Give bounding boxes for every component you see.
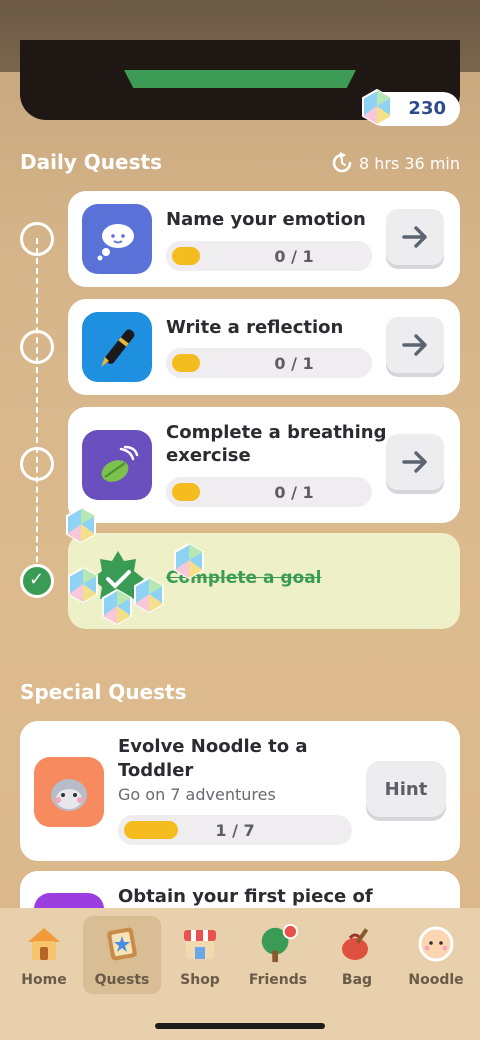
gem-particle-icon xyxy=(174,542,204,580)
arrow-right-icon xyxy=(402,226,427,248)
progress-text: 0 / 1 xyxy=(274,247,314,266)
special-quest-title: Obtain your first piece of xyxy=(118,886,373,907)
progress-text: 1 / 7 xyxy=(215,821,255,840)
nav-item-quests[interactable]: Quests xyxy=(83,916,161,994)
quest-progress-bar: 0 / 1 xyxy=(166,241,372,271)
special-quest-progress-bar: 1 / 7 xyxy=(118,815,352,845)
quest-card-name-emotion[interactable]: Name your emotion 0 / 1 xyxy=(68,191,460,287)
special-quests-title: Special Quests xyxy=(20,680,187,704)
quest-title: Write a reflection xyxy=(166,317,344,338)
noodle-avatar-icon xyxy=(34,757,104,827)
arrow-right-icon xyxy=(402,334,427,356)
gem-icon xyxy=(362,88,392,126)
nav-item-home[interactable]: Home xyxy=(5,916,83,994)
nav-label: Friends xyxy=(248,972,308,988)
go-arrow-button[interactable] xyxy=(386,209,444,265)
nav-label: Home xyxy=(21,972,67,988)
quest-title: Name your emotion xyxy=(166,209,366,230)
banner-button[interactable] xyxy=(124,70,356,88)
daily-quests-title: Daily Quests xyxy=(20,150,162,174)
quest-card-breathing-exercise[interactable]: Complete a breathing exercise 0 / 1 xyxy=(68,407,460,523)
progress-text: 0 / 1 xyxy=(274,483,314,502)
quest-progress-bar: 0 / 1 xyxy=(166,477,372,507)
quest-node xyxy=(20,222,54,256)
nav-item-bag[interactable]: Bag xyxy=(318,916,396,994)
nav-item-friends[interactable]: Friends xyxy=(239,916,317,994)
noodle-face-icon xyxy=(416,924,456,964)
quest-book-icon xyxy=(102,924,142,964)
special-quest-title: Evolve Noodle to a Toddler xyxy=(118,735,307,783)
quest-card-write-reflection[interactable]: Write a reflection 0 / 1 xyxy=(68,299,460,395)
quest-title: Complete a breathing exercise xyxy=(166,421,387,467)
quest-node xyxy=(20,447,54,481)
quest-progress-bar: 0 / 1 xyxy=(166,348,372,378)
gem-particle-icon xyxy=(134,576,164,614)
nav-label: Quests xyxy=(94,972,150,988)
special-quest-title-line-1: Evolve Noodle to a xyxy=(118,736,308,757)
progress-text: 0 / 1 xyxy=(274,354,314,373)
tree-icon xyxy=(258,924,298,964)
gem-particle-icon xyxy=(102,588,132,626)
special-quest-title-line-2: Toddler xyxy=(118,760,194,781)
quest-node xyxy=(20,330,54,364)
gem-particle-icon xyxy=(66,506,96,544)
special-quest-subtitle: Go on 7 adventures xyxy=(118,785,276,804)
quest-timer: 8 hrs 36 min xyxy=(331,152,460,174)
arrow-right-icon xyxy=(402,451,427,473)
thought-bubble-icon xyxy=(82,204,152,274)
nav-label: Shop xyxy=(180,972,220,988)
nav-label: Bag xyxy=(341,972,373,988)
check-icon: ✓ xyxy=(29,569,45,590)
go-arrow-button[interactable] xyxy=(386,434,444,490)
nav-item-noodle[interactable]: Noodle xyxy=(397,916,475,994)
nav-item-shop[interactable]: Shop xyxy=(161,916,239,994)
go-arrow-button[interactable] xyxy=(386,317,444,373)
special-quest-card-evolve-noodle[interactable]: Evolve Noodle to a Toddler Go on 7 adven… xyxy=(20,721,460,861)
nav-label: Noodle xyxy=(408,972,464,988)
hint-button[interactable]: Hint xyxy=(366,761,446,817)
bag-icon xyxy=(337,924,377,964)
pen-icon xyxy=(82,312,152,382)
quest-title-line-1: Complete a breathing xyxy=(166,422,387,443)
home-indicator[interactable] xyxy=(155,1023,325,1029)
quest-track-line xyxy=(36,238,38,582)
refresh-timer-icon xyxy=(332,152,352,173)
shop-icon xyxy=(180,924,220,964)
gem-count: 230 xyxy=(408,98,446,119)
timer-text: 8 hrs 36 min xyxy=(358,153,460,173)
bottom-nav: Home Quests Shop Friends Bag Noodle xyxy=(0,908,480,1040)
quest-node-complete: ✓ xyxy=(20,564,54,598)
quest-title-line-2: exercise xyxy=(166,445,251,466)
leaf-wind-icon xyxy=(82,430,152,500)
gem-particle-icon xyxy=(68,566,98,604)
house-icon xyxy=(24,924,64,964)
